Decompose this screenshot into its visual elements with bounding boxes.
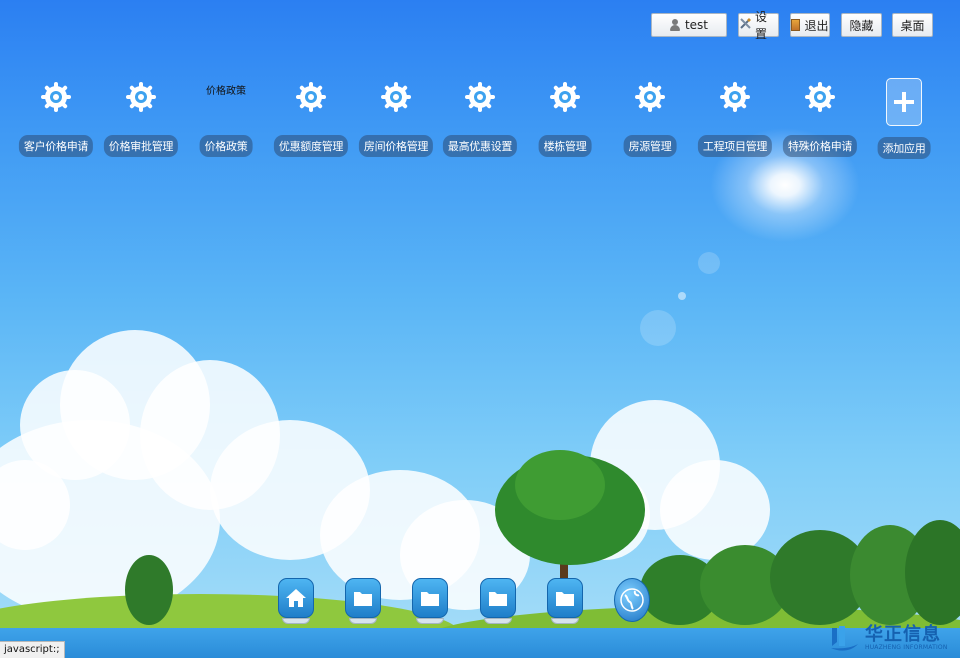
dock-folder-2[interactable]	[412, 578, 448, 626]
lens-flare	[678, 292, 686, 300]
dock-globe[interactable]	[614, 578, 650, 626]
tools-icon	[739, 17, 752, 33]
lens-flare	[698, 252, 720, 274]
add-app-button[interactable]: 添加应用	[861, 78, 947, 159]
app-label: 最高优惠设置	[442, 135, 518, 157]
logout-button[interactable]: 退出	[790, 13, 830, 37]
exit-door-icon	[791, 19, 801, 31]
folder-icon	[489, 592, 507, 606]
taskbar	[0, 628, 960, 658]
desktop-label: 桌面	[900, 18, 925, 33]
globe-icon	[620, 588, 644, 612]
folder-icon	[556, 592, 574, 606]
gear-icon	[296, 82, 326, 112]
gear-icon	[805, 82, 835, 112]
app-room-price[interactable]: 房间价格管理	[353, 78, 439, 158]
user-button[interactable]: test	[651, 13, 727, 37]
app-label: 楼栋管理	[538, 135, 592, 157]
app-building[interactable]: 楼栋管理	[522, 78, 608, 158]
folder-icon	[421, 592, 439, 606]
user-icon	[669, 19, 680, 31]
app-label: 房源管理	[623, 135, 677, 157]
dock-folder-4[interactable]	[547, 578, 583, 626]
gear-icon	[381, 82, 411, 112]
app-label: 价格政策	[199, 135, 253, 157]
gear-icon	[720, 82, 750, 112]
app-label: 客户价格申请	[18, 135, 94, 157]
hide-button[interactable]: 隐藏	[841, 13, 882, 37]
app-label: 优惠额度管理	[273, 135, 349, 157]
brand-mark	[831, 626, 858, 651]
tree	[515, 450, 605, 520]
plus-icon	[886, 78, 922, 126]
hide-label: 隐藏	[849, 18, 874, 33]
app-label: 价格审批管理	[103, 135, 179, 157]
brand-logo: 华正信息 HUAZHENG INFORMATION	[829, 620, 954, 654]
gear-icon	[41, 82, 71, 112]
gear-icon	[465, 82, 495, 112]
gear-icon	[126, 82, 156, 112]
app-label: 工程项目管理	[697, 135, 773, 157]
desktop-button[interactable]: 桌面	[892, 13, 933, 37]
brand-subtitle: HUAZHENG INFORMATION	[865, 644, 948, 651]
app-housing[interactable]: 房源管理	[607, 78, 693, 158]
app-price-approval[interactable]: 价格审批管理	[98, 78, 184, 158]
lens-flare	[640, 310, 676, 346]
app-discount-quota[interactable]: 优惠额度管理	[268, 78, 354, 158]
broken-image-alt-text: 价格政策	[206, 86, 246, 97]
app-label: 添加应用	[877, 137, 931, 159]
app-max-discount[interactable]: 最高优惠设置	[437, 78, 523, 158]
app-special-price-request[interactable]: 特殊价格申请	[777, 78, 863, 158]
brand-name: 华正信息	[865, 624, 941, 645]
settings-label: 设置	[755, 10, 768, 41]
status-bar: javascript:;	[0, 641, 65, 658]
dock-folder-1[interactable]	[345, 578, 381, 626]
gear-icon	[550, 82, 580, 112]
tree	[125, 555, 173, 625]
logout-label: 退出	[804, 18, 829, 33]
folder-icon	[354, 592, 372, 606]
gear-icon	[635, 82, 665, 112]
dock-home[interactable]	[278, 578, 314, 626]
app-price-policy[interactable]: 价格政策 价格政策	[183, 78, 269, 158]
app-customer-price-request[interactable]: 客户价格申请	[13, 78, 99, 158]
user-label: test	[684, 18, 709, 32]
top-toolbar: test 设置 退出 隐藏 桌面	[0, 10, 960, 41]
app-label: 房间价格管理	[358, 135, 434, 157]
dock-folder-3[interactable]	[480, 578, 516, 626]
settings-button[interactable]: 设置	[738, 10, 779, 41]
app-label: 特殊价格申请	[782, 135, 858, 157]
home-icon	[286, 589, 306, 607]
app-project[interactable]: 工程项目管理	[692, 78, 778, 158]
